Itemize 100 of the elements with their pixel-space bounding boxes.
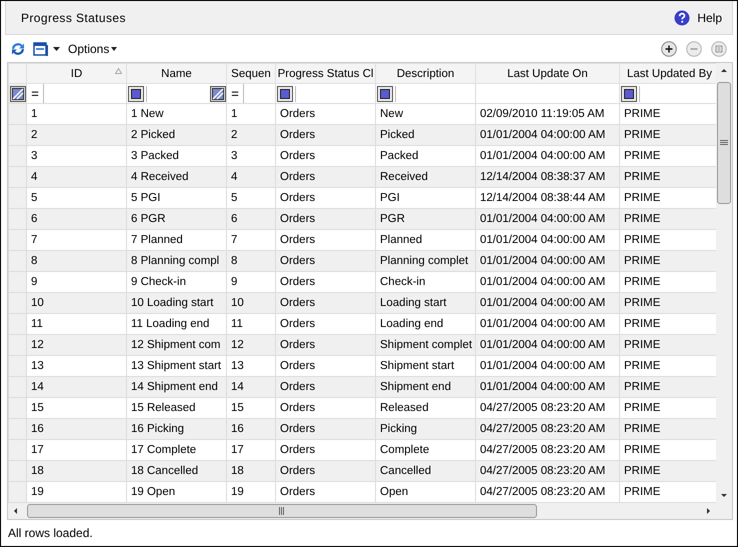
filter-cell[interactable] xyxy=(476,84,620,104)
row-header[interactable] xyxy=(8,356,26,376)
scroll-thumb[interactable] xyxy=(27,504,537,518)
column-header[interactable]: Progress Status Cl xyxy=(276,64,376,84)
filter-cell[interactable] xyxy=(376,84,476,104)
table-cell: 01/01/2004 04:00:00 AM xyxy=(476,250,620,272)
table-cell: 6 xyxy=(226,208,276,230)
table-cell: 01/01/2004 04:00:00 AM xyxy=(476,208,620,230)
filter-operator-icon[interactable] xyxy=(128,86,147,102)
row-header[interactable] xyxy=(8,124,26,146)
table-cell: 16 xyxy=(226,418,276,440)
table-cell: Shipment complet xyxy=(376,334,476,356)
row-header[interactable] xyxy=(8,376,26,398)
filter-operator[interactable]: = xyxy=(228,84,244,102)
column-header[interactable]: Last Updated By xyxy=(620,64,716,84)
table-cell: 12 Shipment com xyxy=(126,334,226,356)
row-header[interactable] xyxy=(8,250,26,272)
row-header[interactable] xyxy=(8,334,26,356)
caret-icon xyxy=(111,46,118,50)
table-cell: Received xyxy=(376,166,476,188)
row-header[interactable] xyxy=(8,188,26,208)
row-header[interactable] xyxy=(8,166,26,188)
remove-row-button[interactable] xyxy=(686,40,702,56)
vertical-scrollbar[interactable] xyxy=(716,63,732,503)
table-cell: Orders xyxy=(276,166,376,188)
filter-cell[interactable] xyxy=(276,84,376,104)
table-cell: Orders xyxy=(276,124,376,146)
row-header[interactable] xyxy=(8,146,26,166)
row-header[interactable] xyxy=(8,460,26,482)
column-header[interactable]: ID xyxy=(26,64,126,84)
table-cell: Shipment end xyxy=(376,376,476,398)
filter-cell[interactable] xyxy=(126,84,226,104)
window-icon xyxy=(33,40,49,56)
table-cell: Orders xyxy=(276,460,376,482)
table-cell: PRIME xyxy=(620,208,716,230)
refresh-icon[interactable] xyxy=(10,40,26,56)
filter-operator-icon[interactable] xyxy=(277,86,296,102)
table-cell: 16 Picking xyxy=(126,418,226,440)
table-cell: 14 Shipment end xyxy=(126,376,226,398)
table-cell: 18 Cancelled xyxy=(126,460,226,482)
options-menu[interactable]: Options xyxy=(68,42,118,56)
row-header[interactable] xyxy=(8,398,26,418)
table-cell: 12 xyxy=(226,334,276,356)
table-cell: 10 xyxy=(226,292,276,314)
table-cell: 4 Received xyxy=(126,166,226,188)
table-cell: PRIME xyxy=(620,460,716,482)
table-cell: Orders xyxy=(276,334,376,356)
filter-cell[interactable]: = xyxy=(26,84,126,104)
table-cell: 2 xyxy=(26,124,126,146)
table-cell: 8 xyxy=(226,250,276,272)
add-row-button[interactable] xyxy=(661,40,677,56)
row-header[interactable] xyxy=(8,208,26,230)
scroll-thumb[interactable] xyxy=(717,82,731,204)
row-header[interactable] xyxy=(8,418,26,440)
table-cell: PRIME xyxy=(620,334,716,356)
table-cell: Orders xyxy=(276,376,376,398)
column-header[interactable]: Sequen xyxy=(226,64,276,84)
table-cell: 01/01/2004 04:00:00 AM xyxy=(476,292,620,314)
table-cell: 2 Picked xyxy=(126,124,226,146)
table-cell: 01/01/2004 04:00:00 AM xyxy=(476,376,620,398)
table-cell: 01/01/2004 04:00:00 AM xyxy=(476,334,620,356)
filter-menu-icon[interactable] xyxy=(210,86,226,102)
filter-cell[interactable]: = xyxy=(226,84,276,104)
table-cell: Loading start xyxy=(376,292,476,314)
table-cell: PRIME xyxy=(620,418,716,440)
table-cell: PRIME xyxy=(620,250,716,272)
row-header[interactable] xyxy=(8,292,26,314)
table-cell: PRIME xyxy=(620,124,716,146)
table-cell: Picking xyxy=(376,418,476,440)
filter-operator[interactable]: = xyxy=(28,84,44,102)
table-cell: Planning complet xyxy=(376,250,476,272)
table-cell: PRIME xyxy=(620,292,716,314)
table-cell: 01/01/2004 04:00:00 AM xyxy=(476,124,620,146)
column-header[interactable]: Name xyxy=(126,64,226,84)
table-cell: 10 xyxy=(26,292,126,314)
table-cell: PRIME xyxy=(620,166,716,188)
filter-operator-icon[interactable] xyxy=(621,86,640,102)
row-header[interactable] xyxy=(8,230,26,250)
row-header[interactable] xyxy=(8,314,26,334)
sort-icon xyxy=(115,68,122,74)
column-header[interactable]: Last Update On xyxy=(476,64,620,84)
filter-operator-icon[interactable] xyxy=(377,86,396,102)
table-cell: Orders xyxy=(276,292,376,314)
help-link[interactable]: Help xyxy=(674,10,722,26)
table-cell: 04/27/2005 08:23:20 AM xyxy=(476,460,620,482)
table-cell: 2 xyxy=(226,124,276,146)
row-header[interactable] xyxy=(8,272,26,292)
table-cell: 04/27/2005 08:23:20 AM xyxy=(476,418,620,440)
details-button[interactable] xyxy=(711,40,727,56)
row-header[interactable] xyxy=(8,440,26,460)
table-cell: Orders xyxy=(276,418,376,440)
table-cell: 12/14/2004 08:38:37 AM xyxy=(476,166,620,188)
table-cell: 4 xyxy=(26,166,126,188)
horizontal-scrollbar[interactable] xyxy=(8,503,732,519)
table-cell: 6 PGR xyxy=(126,208,226,230)
column-header[interactable]: Description xyxy=(376,64,476,84)
filter-toggle-icon[interactable] xyxy=(10,86,26,102)
layout-menu-button[interactable] xyxy=(33,40,60,56)
filter-cell[interactable] xyxy=(620,84,716,104)
table-cell: 14 xyxy=(26,376,126,398)
